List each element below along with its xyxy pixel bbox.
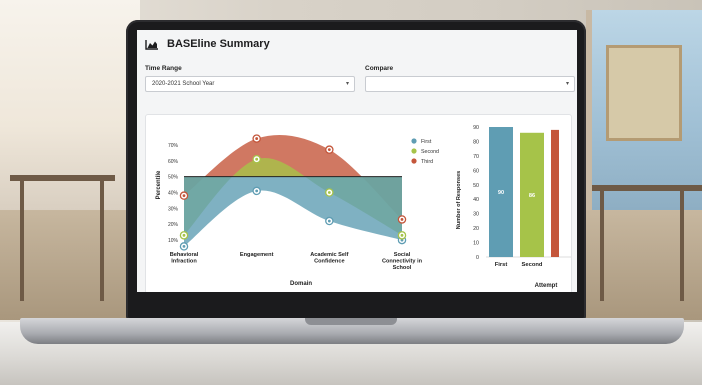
- area-chart-icon: [145, 39, 158, 50]
- legend-swatch-first: [411, 138, 417, 144]
- time-range-select[interactable]: 2020-2021 School Year ▾: [145, 76, 355, 92]
- data-point-dot: [255, 137, 259, 140]
- bar-y-tick-label: 60: [473, 168, 479, 174]
- bar-x-tick-label: First: [495, 262, 508, 268]
- background-desk-leg: [20, 181, 24, 301]
- data-point-dot: [327, 148, 331, 152]
- data-point-dot: [327, 219, 331, 223]
- area-y-tick-label: 50%: [168, 175, 179, 181]
- background-desk-leg: [600, 191, 604, 301]
- bar-y-tick-label: 10: [473, 241, 479, 247]
- compare-select[interactable]: ▾: [365, 76, 575, 92]
- bar-y-tick-label: 30: [473, 212, 479, 218]
- area-y-tick-label: 60%: [168, 159, 179, 165]
- chevron-down-icon: ▾: [565, 81, 569, 87]
- area-x-tick-label: Engagement: [240, 252, 274, 258]
- area-x-tick-label: Academic Self Confidence: [310, 252, 348, 265]
- background-bulletin-board: [606, 45, 682, 141]
- series-area-first: [184, 176, 402, 247]
- legend-label-third: Third: [421, 159, 433, 165]
- data-point-dot: [255, 157, 259, 161]
- bar-y-tick-label: 80: [473, 139, 479, 145]
- laptop-lid-notch: [305, 318, 397, 325]
- bar-y-tick-label: 20: [473, 226, 479, 232]
- legend-label-first: First: [421, 139, 432, 145]
- bar-data-label: 90: [498, 190, 504, 196]
- page-title: BASEline Summary: [167, 38, 270, 50]
- bar-y-tick-label: 50: [473, 183, 479, 189]
- data-point-dot: [327, 191, 331, 194]
- legend-swatch-third: [411, 158, 417, 164]
- chevron-down-icon: ▾: [345, 81, 349, 87]
- responses-bar-chart: Number of Responses Attempt 0 10 20 30 40 50 6…: [456, 125, 571, 289]
- laptop-screen: BASEline Summary Time Range 2020-2021 Sc…: [137, 30, 577, 292]
- area-x-tick-label: Social Connectivity in School: [382, 252, 423, 271]
- time-range-label: Time Range: [145, 65, 182, 72]
- bar-y-axis-label: Number of Responses: [456, 171, 462, 229]
- data-point-dot: [182, 233, 186, 237]
- legend-label-second: Second: [421, 149, 439, 155]
- bar-x-tick-label: Second: [522, 262, 543, 268]
- app-header: BASEline Summary: [145, 38, 270, 50]
- data-point-dot: [182, 194, 186, 198]
- bar-x-axis-label: Attempt: [535, 283, 558, 289]
- compare-label: Compare: [365, 65, 394, 72]
- bar-data-label: 86: [529, 193, 535, 199]
- data-point-dot: [182, 245, 186, 248]
- results-card: Percentile Domain 10% 20% 30% 40% 50% 60% 70% B…: [145, 114, 572, 292]
- legend-swatch-second: [411, 148, 417, 154]
- bar-y-tick-label: 40: [473, 197, 479, 203]
- bar-y-tick-label: 70: [473, 154, 479, 160]
- data-point-dot: [400, 233, 404, 237]
- area-y-tick-label: 40%: [168, 191, 179, 197]
- bar-third-partial: [551, 129, 559, 257]
- area-x-tick-label: Behavioral Infraction: [170, 252, 199, 265]
- data-point-dot: [255, 189, 259, 193]
- domain-percentile-chart: Percentile Domain 10% 20% 30% 40% 50% 60% 70% B…: [156, 134, 439, 287]
- area-y-tick-label: 70%: [168, 143, 179, 149]
- area-x-axis-label: Domain: [290, 281, 312, 287]
- area-y-tick-label: 30%: [168, 206, 179, 212]
- bar-y-tick-label: 90: [473, 125, 479, 131]
- background-desk-leg: [100, 181, 104, 301]
- background-desk-right: [592, 185, 702, 191]
- data-point-dot: [400, 218, 404, 221]
- bar-y-tick-label: 0: [476, 255, 479, 261]
- time-range-value: 2020-2021 School Year: [152, 81, 215, 87]
- area-y-axis-label: Percentile: [156, 170, 162, 199]
- area-y-tick-label: 20%: [168, 222, 179, 228]
- area-y-tick-label: 10%: [168, 238, 179, 244]
- background-desk-leg: [680, 191, 684, 301]
